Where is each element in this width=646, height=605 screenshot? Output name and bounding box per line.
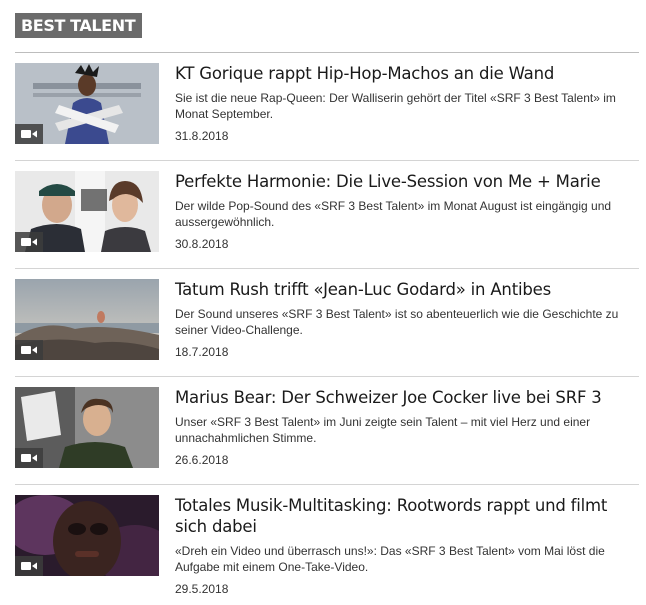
- article-thumbnail[interactable]: [15, 279, 159, 360]
- article-title[interactable]: Totales Musik-Multitasking: Rootwords ra…: [175, 495, 635, 537]
- video-camera-icon: [15, 340, 43, 360]
- article-date: 26.6.2018: [175, 453, 229, 467]
- article-text: Tatum Rush trifft «Jean-Luc Godard» in A…: [175, 279, 635, 360]
- article-date: 18.7.2018: [175, 345, 229, 359]
- article-date: 30.8.2018: [175, 237, 229, 251]
- article-thumbnail[interactable]: [15, 171, 159, 252]
- article-teaser: Der Sound unseres «SRF 3 Best Talent» is…: [175, 307, 619, 337]
- article-text: KT Gorique rappt Hip-Hop-Machos an die W…: [175, 63, 635, 144]
- list-item: Perfekte Harmonie: Die Live-Session von …: [0, 161, 646, 269]
- article-date: 29.5.2018: [175, 582, 229, 596]
- list-item: Marius Bear: Der Schweizer Joe Cocker li…: [0, 377, 646, 485]
- article-thumbnail[interactable]: [15, 63, 159, 144]
- article-list: KT Gorique rappt Hip-Hop-Machos an die W…: [0, 53, 646, 605]
- article-teaser: Unser «SRF 3 Best Talent» im Juni zeigte…: [175, 415, 591, 445]
- list-item: Totales Musik-Multitasking: Rootwords ra…: [0, 485, 646, 605]
- article-thumbnail[interactable]: [15, 495, 159, 576]
- article-text: Marius Bear: Der Schweizer Joe Cocker li…: [175, 387, 635, 468]
- list-item: KT Gorique rappt Hip-Hop-Machos an die W…: [0, 53, 646, 161]
- video-camera-icon: [15, 124, 43, 144]
- video-camera-icon: [15, 556, 43, 576]
- article-date: 31.8.2018: [175, 129, 229, 143]
- article-teaser: Sie ist die neue Rap-Queen: Der Walliser…: [175, 91, 616, 121]
- section-label: BEST TALENT: [15, 13, 143, 38]
- article-text: Totales Musik-Multitasking: Rootwords ra…: [175, 495, 635, 597]
- article-thumbnail[interactable]: [15, 387, 159, 468]
- article-text: Perfekte Harmonie: Die Live-Session von …: [175, 171, 635, 252]
- article-teaser: «Dreh ein Video und überrasch uns!»: Das…: [175, 544, 605, 574]
- article-title[interactable]: KT Gorique rappt Hip-Hop-Machos an die W…: [175, 63, 635, 84]
- list-item: Tatum Rush trifft «Jean-Luc Godard» in A…: [0, 269, 646, 377]
- article-title[interactable]: Perfekte Harmonie: Die Live-Session von …: [175, 171, 635, 192]
- article-title[interactable]: Marius Bear: Der Schweizer Joe Cocker li…: [175, 387, 635, 408]
- video-camera-icon: [15, 232, 43, 252]
- video-camera-icon: [15, 448, 43, 468]
- article-title[interactable]: Tatum Rush trifft «Jean-Luc Godard» in A…: [175, 279, 635, 300]
- article-teaser: Der wilde Pop-Sound des «SRF 3 Best Tale…: [175, 199, 612, 229]
